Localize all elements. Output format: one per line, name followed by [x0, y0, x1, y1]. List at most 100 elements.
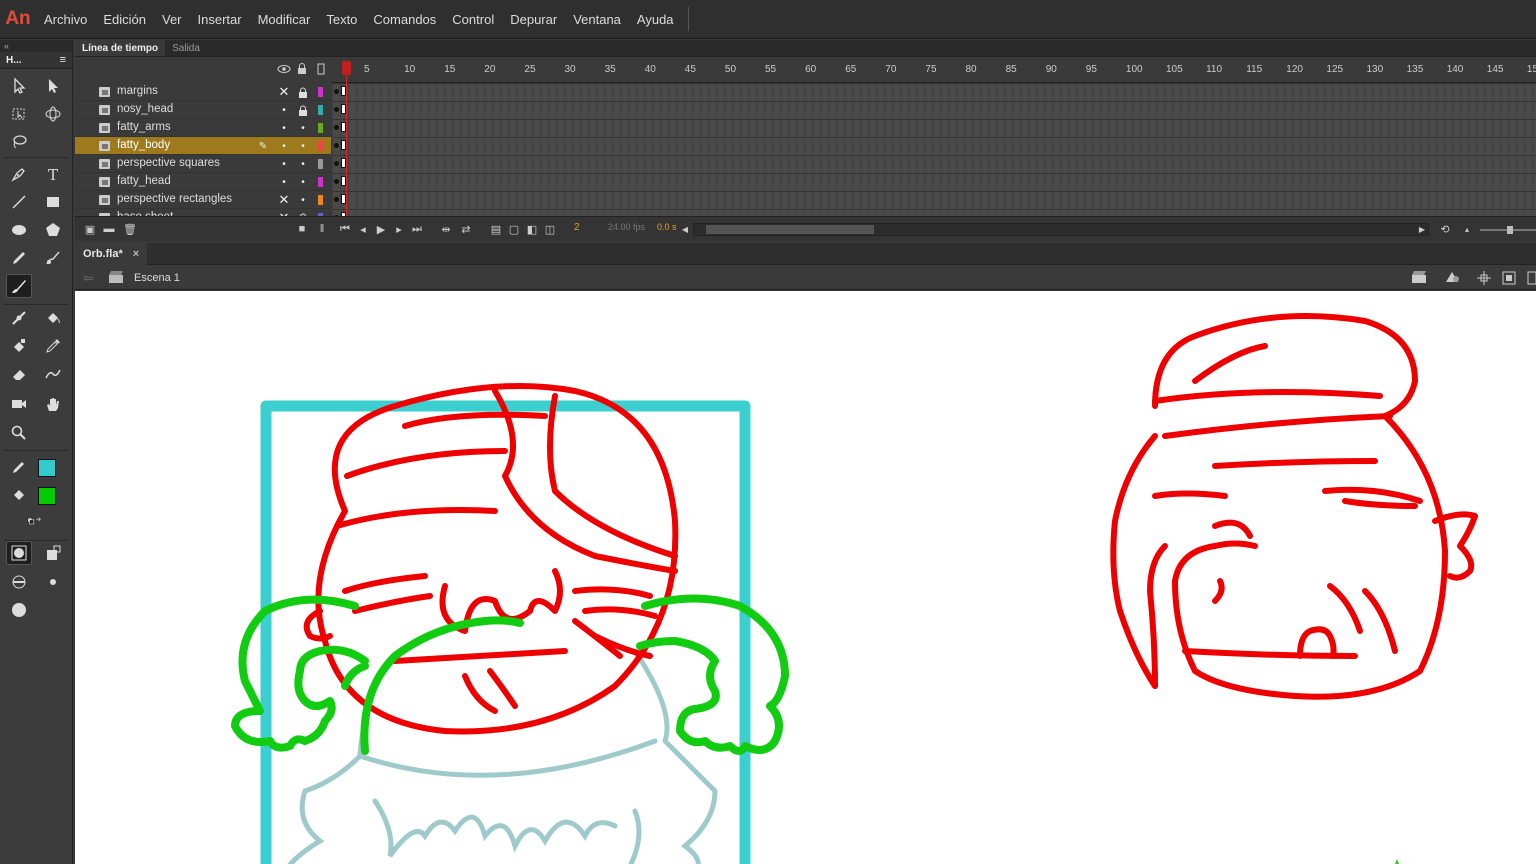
- unlock-dot-icon[interactable]: •: [296, 173, 310, 191]
- paint-bucket-tool[interactable]: [40, 306, 66, 330]
- layer-name[interactable]: margins: [117, 85, 158, 97]
- layer-color-swatch[interactable]: [318, 177, 323, 187]
- new-folder-icon[interactable]: ▬: [102, 222, 116, 236]
- menu-item[interactable]: Depurar: [502, 0, 565, 39]
- scrollbar-thumb[interactable]: [706, 225, 874, 234]
- lock-icon[interactable]: [296, 209, 310, 216]
- width-tool[interactable]: [40, 362, 66, 386]
- menu-item[interactable]: Ayuda: [629, 0, 682, 39]
- parent-view-icon[interactable]: ‖: [315, 222, 329, 236]
- bone-tool[interactable]: [6, 306, 32, 330]
- object-drawing-toggle[interactable]: [6, 541, 32, 565]
- zoom-select-icon[interactable]: [1527, 271, 1536, 288]
- menu-item[interactable]: Ventana: [565, 0, 629, 39]
- camera-tool[interactable]: [6, 392, 32, 416]
- center-stage-icon[interactable]: [1477, 271, 1491, 288]
- menu-item[interactable]: Ver: [154, 0, 190, 39]
- polystar-tool[interactable]: [40, 218, 66, 242]
- frame-rate[interactable]: 24.00 fps: [608, 222, 645, 232]
- selection-tool[interactable]: [6, 74, 32, 98]
- edit-symbol-icon[interactable]: [1444, 270, 1462, 287]
- pencil-tool[interactable]: [6, 246, 32, 270]
- scroll-right-icon[interactable]: ▶: [1415, 222, 1429, 236]
- playhead[interactable]: [341, 57, 352, 216]
- sync-icon[interactable]: ⟲: [1438, 222, 1452, 236]
- last-frame-icon[interactable]: ⏭: [410, 222, 424, 236]
- frame-grid[interactable]: [332, 83, 1536, 216]
- keyframe-marker[interactable]: [334, 107, 339, 112]
- zoom-tool[interactable]: [6, 421, 32, 445]
- document-tab[interactable]: Orb.fla* ×: [75, 243, 148, 265]
- layer-row[interactable]: fatty_head • •: [75, 173, 331, 191]
- layer-color-swatch[interactable]: [318, 87, 323, 97]
- keyframe-marker[interactable]: [334, 143, 339, 148]
- layer-color-swatch[interactable]: [318, 195, 323, 205]
- visible-dot-icon[interactable]: •: [277, 137, 291, 155]
- menu-item[interactable]: Archivo: [36, 0, 95, 39]
- panel-menu-icon[interactable]: ≡: [60, 54, 66, 66]
- layer-color-swatch[interactable]: [318, 123, 323, 133]
- layer-name[interactable]: perspective squares: [117, 157, 220, 169]
- eye-icon[interactable]: [277, 63, 291, 78]
- new-layer-icon[interactable]: ▣: [83, 222, 97, 236]
- layer-row[interactable]: base sheet✕: [75, 209, 331, 216]
- current-frame[interactable]: 2: [574, 222, 580, 233]
- onion-markers-icon[interactable]: ◫: [543, 222, 557, 236]
- unlock-dot-icon[interactable]: •: [296, 119, 310, 137]
- keyframe-marker[interactable]: [334, 197, 339, 202]
- scene-name[interactable]: Escena 1: [134, 272, 180, 284]
- brush-size-button[interactable]: [40, 570, 66, 594]
- free-transform-tool[interactable]: [6, 102, 32, 126]
- first-frame-icon[interactable]: ⏮: [338, 222, 352, 236]
- close-icon[interactable]: ×: [133, 248, 139, 260]
- oval-tool[interactable]: [6, 218, 32, 242]
- layer-row[interactable]: perspective squares • •: [75, 155, 331, 173]
- onion-outline-icon[interactable]: ▢: [507, 222, 521, 236]
- layer-name[interactable]: perspective rectangles: [117, 193, 232, 205]
- clip-stage-icon[interactable]: [1502, 271, 1516, 288]
- layer-name[interactable]: fatty_arms: [117, 121, 171, 133]
- eyedropper-tool[interactable]: [40, 334, 66, 358]
- lock-icon[interactable]: [296, 83, 310, 101]
- brush-shape-button[interactable]: [6, 598, 32, 622]
- unlock-dot-icon[interactable]: •: [296, 137, 310, 155]
- collapse-panel-button[interactable]: «: [0, 40, 72, 52]
- layer-color-swatch[interactable]: [318, 105, 323, 115]
- menu-item[interactable]: Modificar: [250, 0, 319, 39]
- eraser-tool[interactable]: [6, 362, 32, 386]
- tab-output[interactable]: Salida: [165, 40, 207, 56]
- lock-fill-toggle[interactable]: [40, 541, 66, 565]
- keyframe-marker[interactable]: [334, 161, 339, 166]
- tools-tab[interactable]: H... ≡: [0, 52, 72, 69]
- layer-row[interactable]: fatty_body ✎ • •: [75, 137, 331, 155]
- menu-item[interactable]: Control: [444, 0, 502, 39]
- layer-name[interactable]: fatty_body: [117, 139, 170, 151]
- keyframe-marker[interactable]: [334, 125, 339, 130]
- stage-canvas[interactable]: [75, 291, 1536, 864]
- menu-item[interactable]: Comandos: [365, 0, 444, 39]
- step-back-icon[interactable]: ◂: [356, 222, 370, 236]
- timeline-ruler[interactable]: 5 10 15 20 25 30 35 40 45 50 55 60 65 70 75 80 85 90 95 100…: [332, 57, 1536, 83]
- pen-tool[interactable]: [6, 162, 32, 186]
- menu-item[interactable]: Texto: [318, 0, 365, 39]
- menu-item[interactable]: Insertar: [190, 0, 250, 39]
- hand-tool[interactable]: [40, 392, 66, 416]
- layer-color-swatch[interactable]: [318, 159, 323, 169]
- brush-mode-button[interactable]: [6, 570, 32, 594]
- layer-row[interactable]: fatty_arms • •: [75, 119, 331, 137]
- visible-dot-icon[interactable]: •: [277, 101, 291, 119]
- hidden-x-icon[interactable]: ✕: [277, 209, 291, 216]
- keyframe-marker[interactable]: [334, 89, 339, 94]
- elapsed-time[interactable]: 0.0 s: [657, 222, 677, 232]
- edit-multiple-icon[interactable]: ◧: [525, 222, 539, 236]
- play-icon[interactable]: ▶: [374, 222, 388, 236]
- 3d-rotation-tool[interactable]: [40, 102, 66, 126]
- menu-item[interactable]: Edición: [95, 0, 154, 39]
- scroll-left-icon[interactable]: ◀: [678, 222, 692, 236]
- hidden-x-icon[interactable]: ✕: [277, 191, 291, 209]
- outline-icon[interactable]: [317, 63, 325, 78]
- visible-dot-icon[interactable]: •: [277, 155, 291, 173]
- loop-icon[interactable]: ⇄: [459, 222, 473, 236]
- timeline-scrollbar[interactable]: [693, 223, 1429, 236]
- visible-dot-icon[interactable]: •: [277, 119, 291, 137]
